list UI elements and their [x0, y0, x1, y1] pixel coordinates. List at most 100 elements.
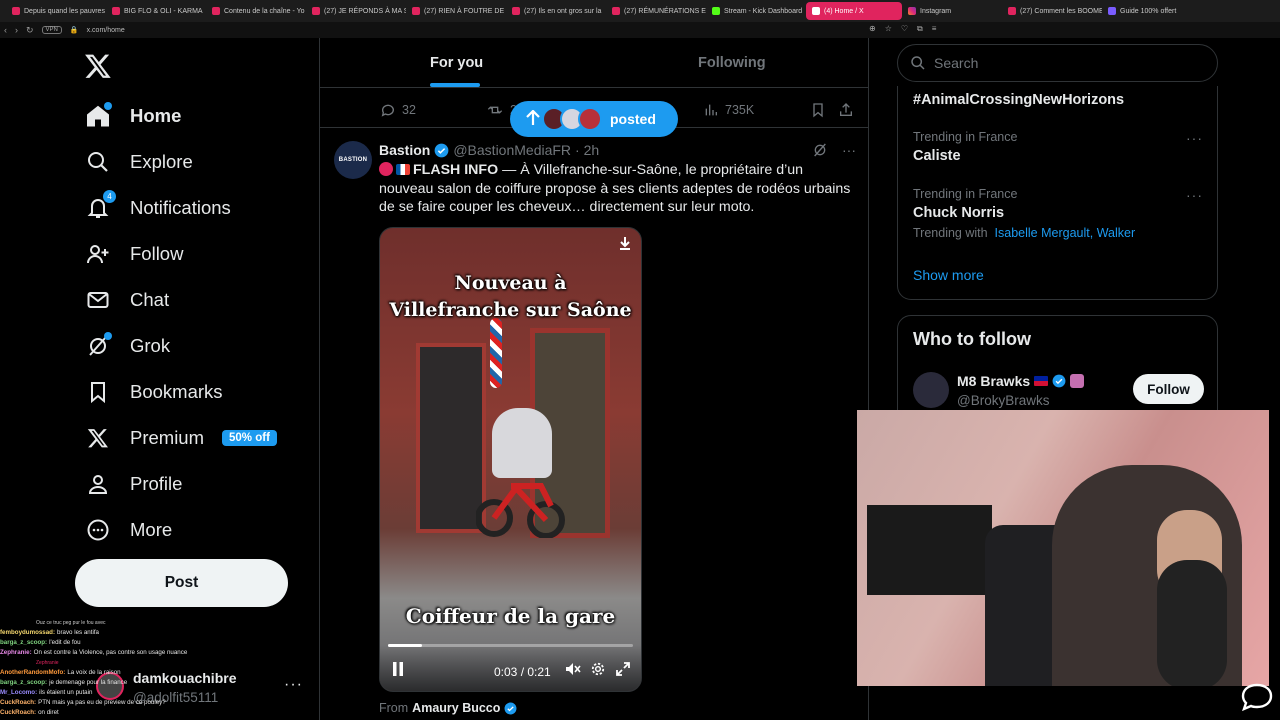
- search-box[interactable]: [897, 44, 1218, 82]
- avatar[interactable]: BASTION: [334, 141, 372, 179]
- verified-badge-icon: [504, 702, 517, 714]
- reply-count: 32: [402, 103, 416, 117]
- browser-tab[interactable]: BIG FLO & OLI - KARMA: [106, 2, 206, 20]
- nav-home[interactable]: Home: [86, 99, 181, 133]
- suggested-user[interactable]: M8 Brawks: [957, 373, 1085, 389]
- video-caption-bottom: Coiffeur de la gare: [405, 604, 616, 628]
- forward-icon[interactable]: ›: [15, 25, 18, 35]
- chat-text: ils étaient un putain: [39, 689, 93, 696]
- who-to-follow-panel: Who to follow M8 Brawks @BrokyBrawks Fol…: [897, 315, 1218, 425]
- browser-tab[interactable]: Contenu de la chaîne - Yo: [206, 2, 306, 20]
- search-input[interactable]: [934, 55, 1194, 71]
- follow-button[interactable]: Follow: [1133, 374, 1204, 404]
- trend-with-link[interactable]: Walker: [1097, 226, 1135, 240]
- active-tab-indicator: [430, 83, 480, 87]
- nav-profile[interactable]: Profile: [86, 467, 182, 501]
- nav-grok[interactable]: Grok: [86, 329, 170, 363]
- trend-with-link[interactable]: Isabelle Mergault: [995, 226, 1090, 240]
- browser-tab[interactable]: Guide 100% offert: [1102, 2, 1202, 20]
- browser-tab[interactable]: (27) Ils en ont gros sur la: [506, 2, 606, 20]
- more-options-icon[interactable]: ···: [1186, 187, 1203, 203]
- nav-explore[interactable]: Explore: [86, 145, 193, 179]
- tweet-time[interactable]: · 2h: [575, 142, 599, 158]
- browser-tab[interactable]: (27) Comment les BOOME: [1002, 2, 1102, 20]
- search-icon: [911, 56, 925, 70]
- vpn-badge[interactable]: VPN: [41, 26, 62, 34]
- tab-following[interactable]: Following: [698, 55, 766, 71]
- browser-tab[interactable]: (27) JE RÉPONDS À MA S: [306, 2, 406, 20]
- more-options-icon[interactable]: ···: [842, 142, 856, 161]
- views-button[interactable]: 735K: [703, 102, 754, 118]
- from-label: From: [379, 701, 409, 715]
- chat-message: Ouz ce truc peg pur le fou avec: [0, 618, 230, 628]
- mute-icon[interactable]: [565, 662, 581, 679]
- grok-icon: [86, 332, 112, 358]
- chat-bubble-icon[interactable]: [1240, 682, 1274, 712]
- video-player[interactable]: Nouveau à Villefranche sur Saône Coiffeu…: [379, 227, 642, 692]
- tab-favicon-icon: [12, 7, 20, 15]
- back-icon[interactable]: ‹: [4, 25, 7, 35]
- red-circle-icon: [379, 162, 393, 176]
- browser-tab[interactable]: Depuis quand les pauvres: [6, 2, 106, 20]
- tab-for-you[interactable]: For you: [430, 55, 483, 71]
- trend-with: Trending with Isabelle Mergault, Walker: [913, 226, 1136, 240]
- browser-tab-label: Contenu de la chaîne - Yo: [224, 7, 305, 15]
- new-posts-pill[interactable]: posted: [510, 101, 678, 137]
- tab-favicon-icon: [412, 7, 420, 15]
- trend-title: #AnimalCrossingNewHorizons: [913, 92, 1125, 108]
- browser-tab[interactable]: Stream - Kick Dashboard: [706, 2, 806, 20]
- grok-icon[interactable]: [812, 142, 828, 161]
- share-button[interactable]: [838, 102, 854, 118]
- envelope-icon: [86, 288, 110, 312]
- trend-item[interactable]: #AnimalCrossingNewHorizons: [913, 92, 1203, 108]
- nav-notifications-label: Notifications: [130, 197, 231, 218]
- tab-favicon-icon: [112, 7, 120, 15]
- post-button[interactable]: Post: [75, 559, 288, 607]
- account-more-icon[interactable]: ···: [284, 676, 303, 694]
- chat-text: Ouz ce truc peg pur le fou avec: [36, 620, 106, 626]
- more-options-icon[interactable]: ···: [1186, 130, 1203, 146]
- nav-more[interactable]: More: [86, 513, 172, 547]
- settings-gear-icon[interactable]: [591, 662, 605, 679]
- download-icon[interactable]: [619, 236, 631, 253]
- video-time: 0:03 / 0:21: [494, 665, 551, 679]
- browser-tab-label: (4) Home / X: [824, 7, 864, 15]
- avatar[interactable]: [913, 372, 949, 408]
- tweet[interactable]: BASTION Bastion @BastionMediaFR · 2h ···…: [320, 129, 868, 720]
- nav-chat[interactable]: Chat: [86, 283, 169, 317]
- trend-item[interactable]: Trending in France Chuck Norris Trending…: [913, 187, 1203, 240]
- browser-tab-label: (27) RÉMUNÉRATIONS ET: [624, 7, 706, 15]
- chat-text: l'edit de fou: [49, 639, 81, 646]
- show-more-link[interactable]: Show more: [913, 267, 984, 283]
- reload-icon[interactable]: ↻: [26, 25, 34, 36]
- browser-tab[interactable]: (27) RIEN À FOUTRE DE T: [406, 2, 506, 20]
- browser-tab[interactable]: (4) Home / X: [806, 2, 902, 20]
- video-progress-bar[interactable]: [388, 644, 633, 647]
- from-author-name[interactable]: Amaury Bucco: [412, 701, 500, 715]
- tweet-author-name[interactable]: Bastion: [379, 142, 430, 158]
- nav-notifications[interactable]: 4 Notifications: [86, 190, 231, 225]
- nav-grok-label: Grok: [130, 335, 171, 356]
- bookmark-post-button[interactable]: [810, 102, 826, 118]
- browser-tab[interactable]: (27) RÉMUNÉRATIONS ET: [606, 2, 706, 20]
- nav-bookmarks[interactable]: Bookmarks: [86, 375, 223, 409]
- chat-username: barga_z_scoop:: [0, 679, 48, 686]
- pause-icon[interactable]: [392, 662, 404, 679]
- fullscreen-icon[interactable]: [616, 662, 630, 679]
- reply-button[interactable]: 32: [380, 102, 416, 118]
- browser-tab[interactable]: Instagram: [902, 2, 1002, 20]
- trend-item[interactable]: Trending in France Caliste ···: [913, 130, 1203, 164]
- browser-tab-label: Instagram: [920, 7, 952, 15]
- url-text[interactable]: x.com/home: [87, 27, 125, 34]
- nav-follow[interactable]: Follow: [86, 237, 183, 271]
- browser-tab-label: BIG FLO & OLI - KARMA: [124, 7, 203, 15]
- nav-premium[interactable]: Premium 50% off: [86, 421, 277, 455]
- search-icon: [86, 150, 110, 174]
- chat-username: AnotherRandomMofo:: [0, 669, 66, 676]
- tweet-author-handle[interactable]: @BastionMediaFR: [453, 142, 571, 158]
- x-logo-icon[interactable]: [84, 52, 112, 80]
- lock-icon: 🔒: [69, 27, 79, 34]
- webcam-background-shelf: [867, 505, 992, 595]
- bell-icon: 4: [86, 190, 116, 220]
- browser-tab-label: (27) JE RÉPONDS À MA S: [324, 7, 406, 15]
